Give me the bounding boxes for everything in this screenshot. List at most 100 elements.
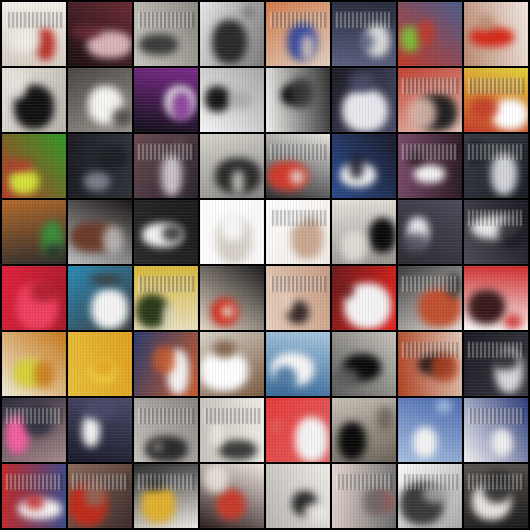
generated-image-tile (464, 464, 528, 528)
generated-image-tile (266, 266, 330, 330)
generated-image-tile (464, 332, 528, 396)
tile-noise (68, 134, 132, 198)
generated-image-tile (266, 68, 330, 132)
tile-noise (464, 398, 528, 462)
tile-noise (266, 332, 330, 396)
tile-noise (2, 134, 66, 198)
tile-noise (332, 266, 396, 330)
tile-noise (266, 134, 330, 198)
generated-image-tile (2, 68, 66, 132)
generated-image-tile (68, 134, 132, 198)
generated-image-tile (134, 200, 198, 264)
generated-image-tile (134, 266, 198, 330)
generated-image-tile (200, 332, 264, 396)
tile-noise (200, 332, 264, 396)
tile-noise (398, 464, 462, 528)
tile-noise (332, 464, 396, 528)
generated-image-tile (266, 134, 330, 198)
tile-noise (134, 200, 198, 264)
tile-noise (68, 2, 132, 66)
tile-noise (134, 464, 198, 528)
generated-image-tile (200, 68, 264, 132)
generated-image-tile (332, 464, 396, 528)
tile-noise (2, 200, 66, 264)
tile-noise (464, 464, 528, 528)
tile-noise (200, 134, 264, 198)
tile-noise (134, 2, 198, 66)
generated-image-tile (200, 134, 264, 198)
generated-image-tile (332, 266, 396, 330)
generated-image-tile (266, 398, 330, 462)
generated-image-tile (332, 398, 396, 462)
generated-image-tile (134, 134, 198, 198)
tile-noise (266, 398, 330, 462)
tile-noise (332, 134, 396, 198)
tile-noise (200, 2, 264, 66)
generated-image-tile (398, 398, 462, 462)
generated-image-tile (68, 398, 132, 462)
generated-image-tile (332, 200, 396, 264)
generated-image-tile (398, 68, 462, 132)
tile-noise (68, 266, 132, 330)
generated-image-tile (398, 464, 462, 528)
tile-noise (266, 464, 330, 528)
generated-image-tile (266, 332, 330, 396)
tile-noise (68, 200, 132, 264)
tile-noise (134, 332, 198, 396)
generated-image-tile (266, 2, 330, 66)
tile-noise (68, 68, 132, 132)
generated-image-tile (68, 464, 132, 528)
tile-noise (398, 266, 462, 330)
tile-noise (398, 68, 462, 132)
generated-image-tile (398, 266, 462, 330)
generated-image-tile (200, 2, 264, 66)
generated-image-tile (464, 2, 528, 66)
generated-image-tile (2, 134, 66, 198)
generated-image-tile (200, 398, 264, 462)
tile-noise (200, 266, 264, 330)
generated-image-tile (134, 68, 198, 132)
generated-image-tile (68, 2, 132, 66)
generated-image-tile (398, 134, 462, 198)
image-grid (0, 0, 530, 530)
generated-image-tile (68, 68, 132, 132)
generated-image-tile (2, 200, 66, 264)
generated-image-tile (2, 2, 66, 66)
tile-noise (398, 134, 462, 198)
generated-image-tile (398, 332, 462, 396)
tile-noise (200, 464, 264, 528)
generated-image-tile (464, 68, 528, 132)
generated-image-tile (464, 200, 528, 264)
generated-image-tile (68, 200, 132, 264)
generated-image-tile (2, 332, 66, 396)
tile-noise (200, 200, 264, 264)
generated-image-tile (464, 398, 528, 462)
tile-noise (2, 68, 66, 132)
tile-noise (398, 332, 462, 396)
tile-noise (2, 2, 66, 66)
generated-image-tile (2, 464, 66, 528)
generated-image-tile (398, 2, 462, 66)
generated-image-tile (134, 398, 198, 462)
tile-noise (134, 266, 198, 330)
generated-image-tile (332, 2, 396, 66)
generated-image-tile (332, 134, 396, 198)
tile-noise (464, 134, 528, 198)
tile-noise (332, 332, 396, 396)
tile-noise (464, 200, 528, 264)
generated-image-tile (200, 200, 264, 264)
tile-noise (134, 68, 198, 132)
generated-image-tile (68, 332, 132, 396)
tile-noise (464, 2, 528, 66)
tile-noise (398, 2, 462, 66)
tile-noise (200, 68, 264, 132)
generated-image-tile (266, 200, 330, 264)
tile-noise (2, 266, 66, 330)
tile-noise (266, 200, 330, 264)
tile-noise (68, 398, 132, 462)
generated-image-tile (2, 266, 66, 330)
generated-image-tile (200, 464, 264, 528)
generated-image-tile (332, 68, 396, 132)
tile-noise (2, 464, 66, 528)
generated-image-tile (464, 266, 528, 330)
